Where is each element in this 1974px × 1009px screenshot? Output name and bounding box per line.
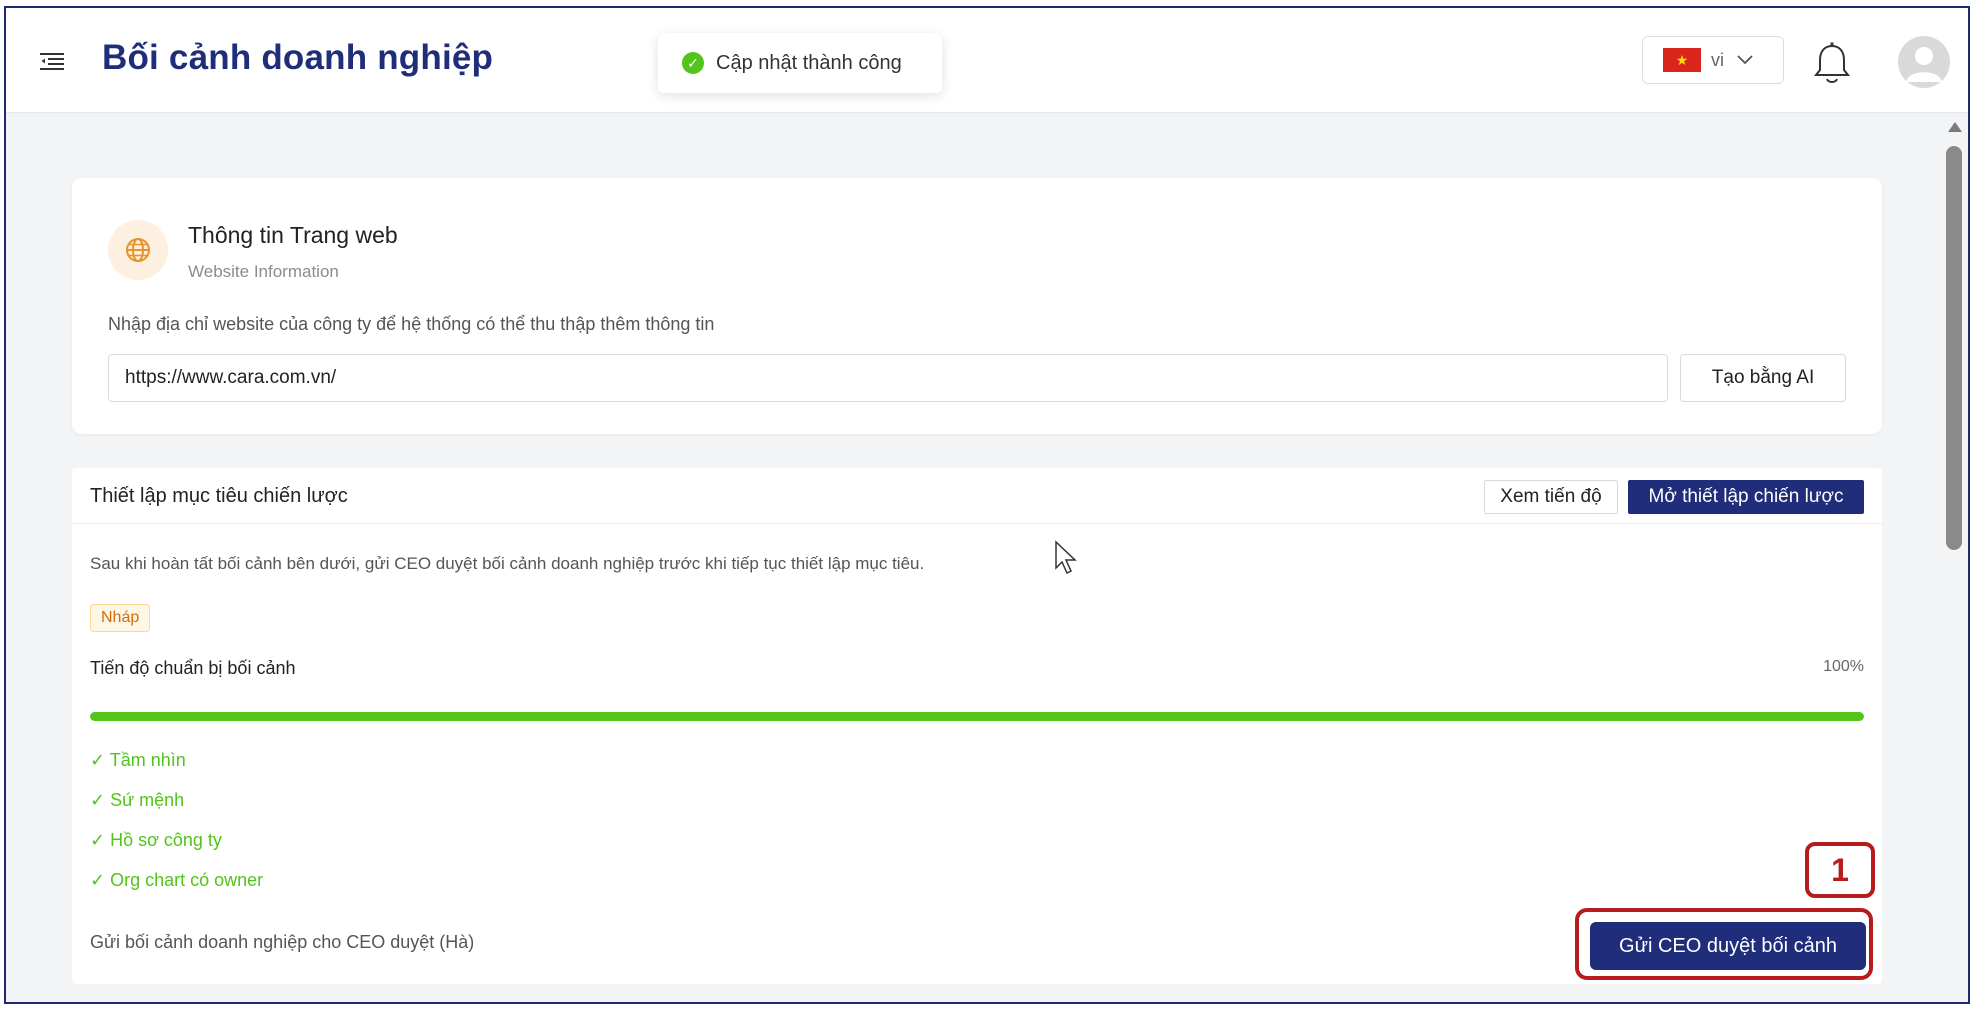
progress-label: Tiến độ chuẩn bị bối cảnh	[90, 658, 296, 678]
scrollbar-thumb[interactable]	[1946, 146, 1962, 550]
language-label: vi	[1711, 49, 1724, 70]
annotation-highlight-box	[1575, 908, 1873, 980]
scroll-up-arrow[interactable]	[1948, 122, 1962, 132]
globe-icon-wrapper	[108, 220, 168, 280]
app-window: Bối cảnh doanh nghiệp ✓ Cập nhật thành c…	[4, 6, 1970, 1004]
checklist-item-org-chart: ✓ Org chart có owner	[90, 870, 264, 890]
globe-icon	[126, 238, 150, 262]
progress-bar-fill	[90, 712, 1864, 721]
success-check-icon: ✓	[682, 52, 704, 74]
website-card-description: Nhập địa chỉ website của công ty để hệ t…	[108, 314, 715, 334]
open-strategy-setup-button[interactable]: Mở thiết lập chiến lược	[1628, 480, 1864, 514]
annotation-step-number: 1	[1805, 842, 1875, 898]
page-title: Bối cảnh doanh nghiệp	[102, 38, 494, 77]
strategy-goal-card: Thiết lập mục tiêu chiến lược Xem tiến đ…	[72, 468, 1882, 984]
language-selector[interactable]: ★ vi	[1642, 36, 1784, 84]
send-to-ceo-label: Gửi bối cảnh doanh nghiệp cho CEO duyệt …	[90, 932, 475, 952]
checklist-item-mission: ✓ Sứ mệnh	[90, 790, 185, 810]
strategy-card-title: Thiết lập mục tiêu chiến lược	[90, 485, 348, 507]
website-info-card: Thông tin Trang web Website Information …	[72, 178, 1882, 434]
notification-bell-icon[interactable]	[1812, 42, 1852, 86]
top-header: Bối cảnh doanh nghiệp ✓ Cập nhật thành c…	[6, 8, 1968, 113]
generate-with-ai-button[interactable]: Tạo bằng AI	[1680, 354, 1846, 402]
status-badge: Nháp	[90, 604, 151, 632]
strategy-card-description: Sau khi hoàn tất bối cảnh bên dưới, gửi …	[90, 554, 925, 573]
website-url-input[interactable]	[108, 354, 1668, 402]
user-silhouette-icon	[1906, 47, 1942, 82]
progress-bar	[90, 712, 1864, 721]
menu-collapse-icon[interactable]	[40, 51, 64, 71]
mouse-cursor-icon	[1055, 540, 1077, 575]
strategy-card-header: Thiết lập mục tiêu chiến lược Xem tiến đ…	[72, 468, 1882, 524]
chevron-down-icon	[1737, 55, 1753, 65]
website-card-subtitle: Website Information	[188, 262, 339, 281]
checklist-item-vision: ✓ Tầm nhìn	[90, 750, 186, 770]
view-progress-button[interactable]: Xem tiến độ	[1484, 480, 1618, 514]
success-toast: ✓ Cập nhật thành công	[658, 33, 942, 93]
user-avatar[interactable]	[1898, 36, 1950, 88]
toast-message: Cập nhật thành công	[716, 51, 902, 74]
progress-percent: 100%	[1823, 658, 1864, 675]
website-card-title: Thông tin Trang web	[188, 222, 398, 248]
checklist-item-company-profile: ✓ Hồ sơ công ty	[90, 830, 222, 850]
vietnam-flag-icon: ★	[1663, 48, 1701, 72]
